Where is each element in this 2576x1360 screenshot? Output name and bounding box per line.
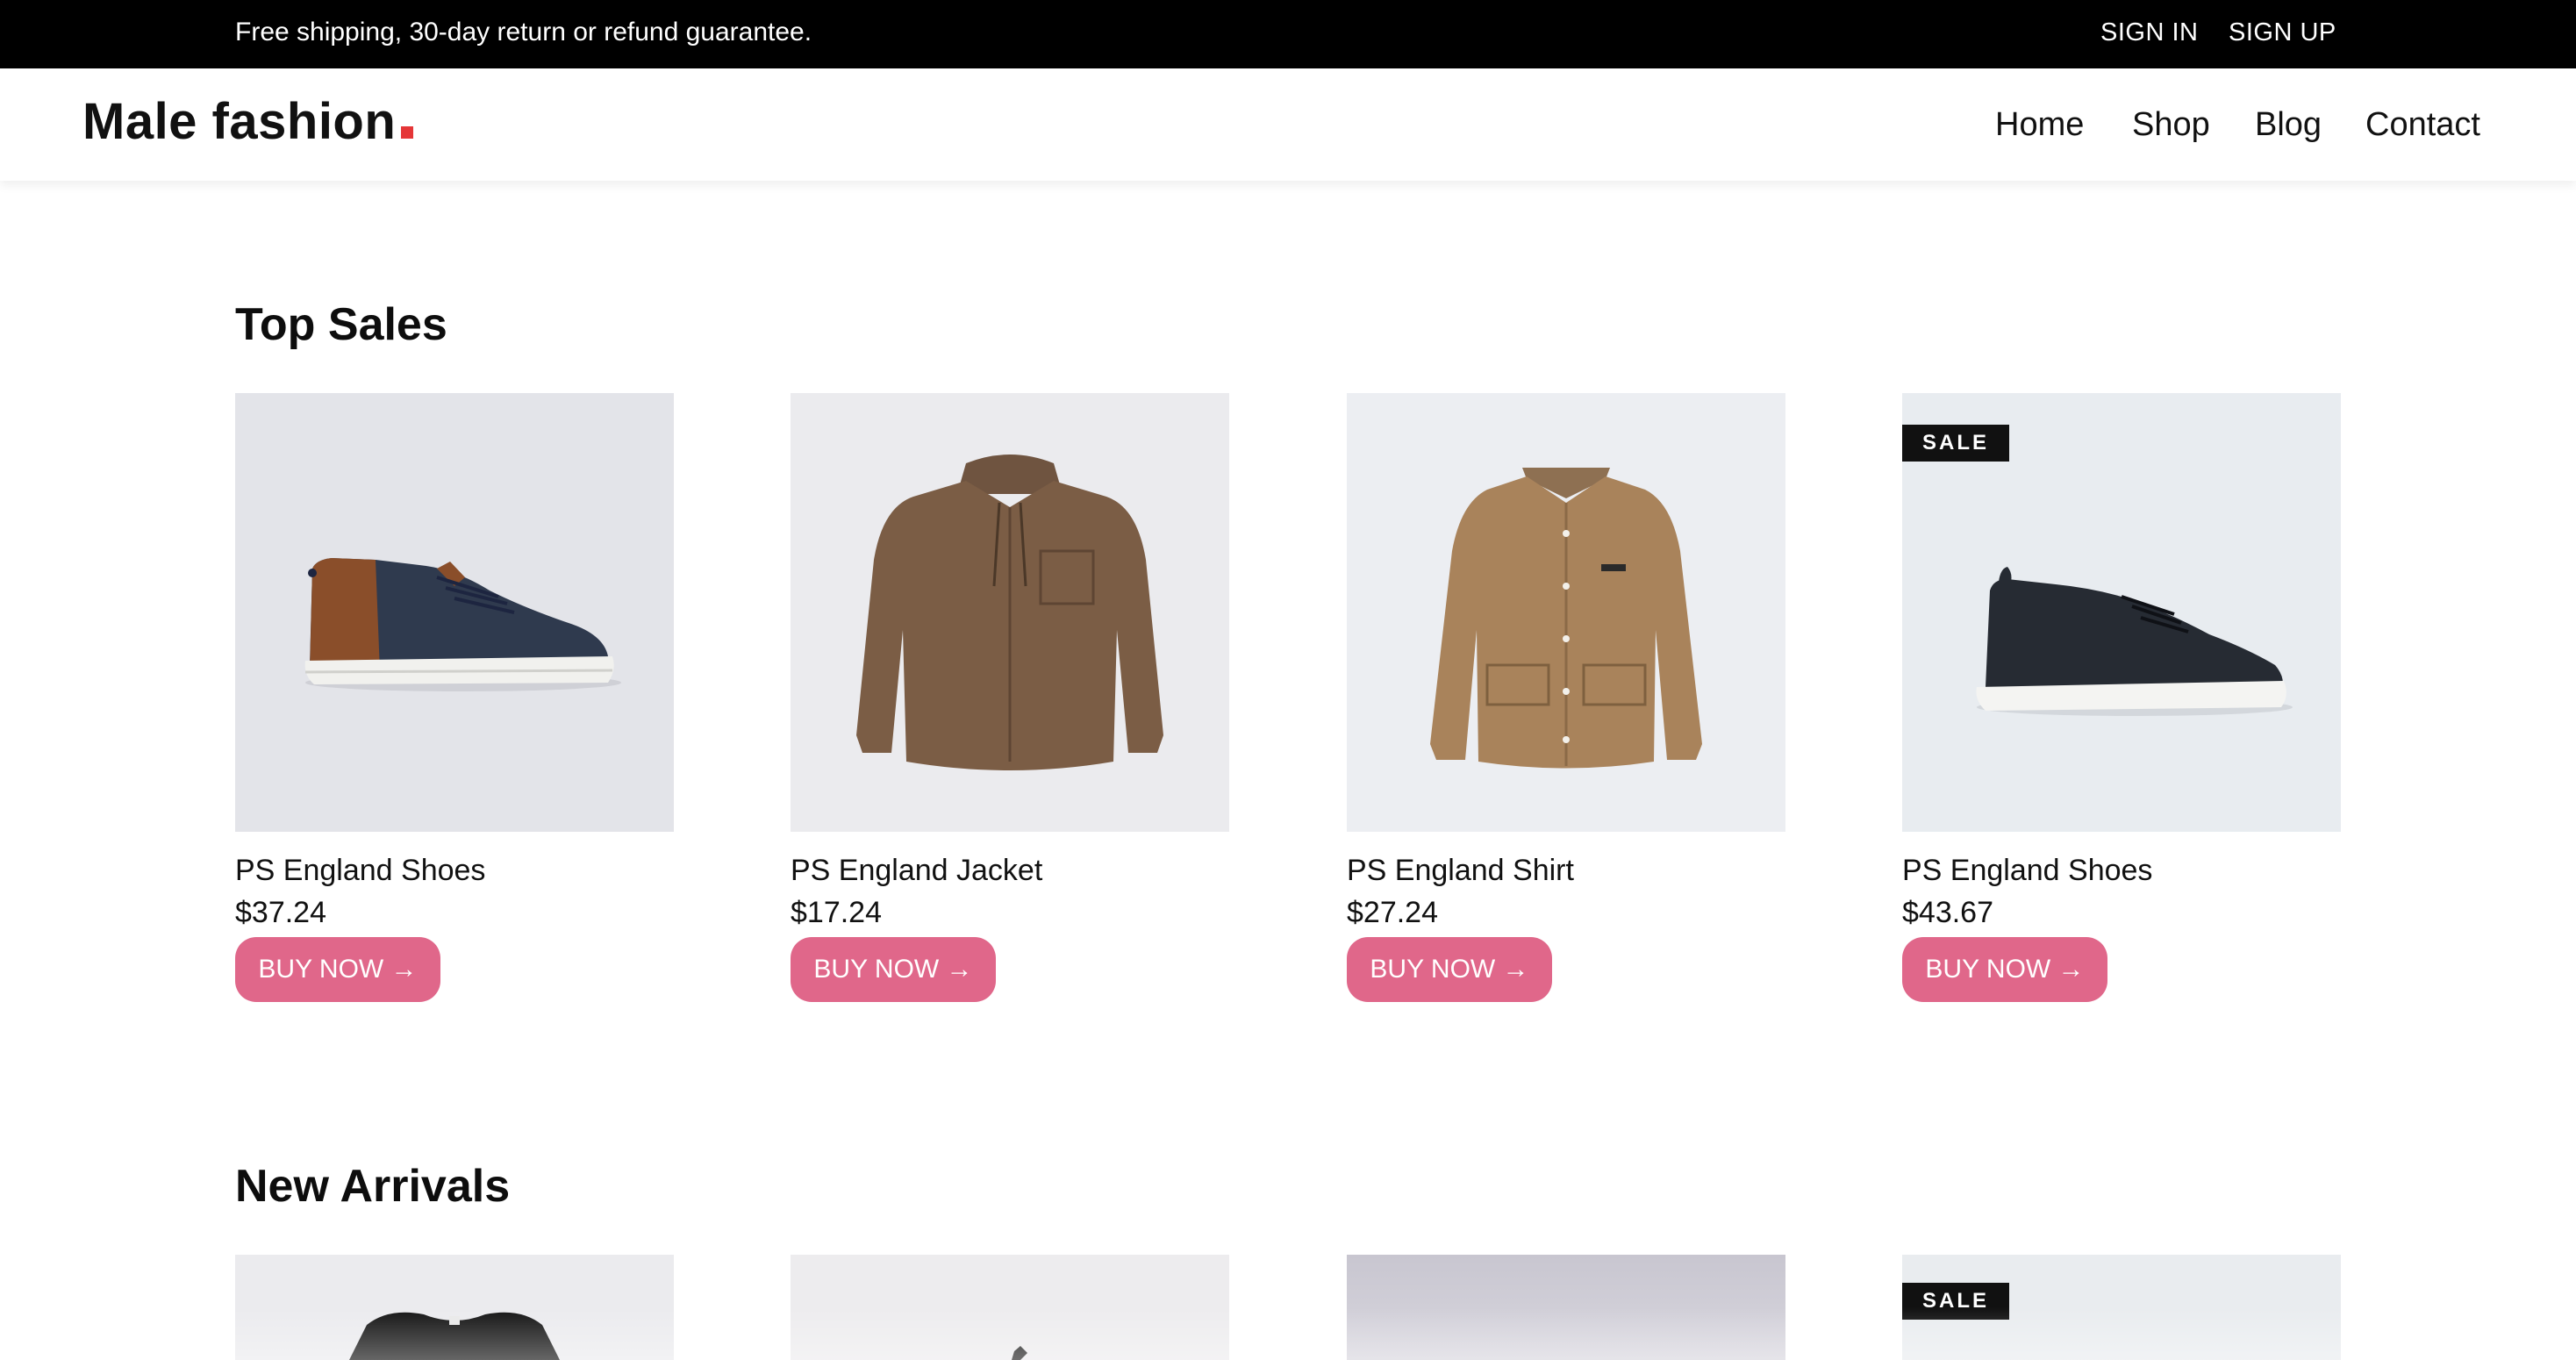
product-name[interactable]: PS England Shoes [1902, 851, 2152, 890]
product-price: $43.67 [1902, 896, 1993, 929]
grey-item-icon [791, 1255, 1229, 1360]
product-card[interactable] [235, 1255, 674, 1360]
hooded-jacket-brown-icon [791, 393, 1229, 832]
nav-home[interactable]: Home [1995, 104, 2084, 146]
buy-now-button[interactable]: BUY NOW → [1902, 937, 2107, 1002]
product-image[interactable]: SALE [1902, 393, 2341, 832]
product-name[interactable]: PS England Shoes [235, 851, 485, 890]
product-card[interactable]: SALE [1902, 1255, 2341, 1360]
product-card[interactable] [1347, 1255, 1785, 1360]
product-name[interactable]: PS England Jacket [791, 851, 1042, 890]
product-card[interactable]: PS England Shirt $27.24 BUY NOW → [1347, 393, 1785, 1002]
product-image[interactable] [1347, 393, 1785, 832]
sneaker-navy-brown-icon [235, 393, 674, 832]
lavender-item-icon [1347, 1255, 1785, 1360]
sign-up-link[interactable]: SIGN UP [2229, 16, 2336, 49]
product-price: $27.24 [1347, 896, 1438, 929]
announcement-text: Free shipping, 30-day return or refund g… [235, 18, 812, 47]
logo-text: Male fashion [82, 93, 397, 150]
overshirt-tan-icon [1347, 393, 1785, 832]
black-sweater-icon [235, 1255, 674, 1360]
product-name[interactable]: PS England Shirt [1347, 851, 1574, 890]
product-card[interactable]: PS England Shoes $37.24 BUY NOW → [235, 393, 674, 1002]
product-price: $37.24 [235, 896, 326, 929]
product-card[interactable]: PS England Jacket $17.24 BUY NOW → [791, 393, 1229, 1002]
product-image[interactable] [235, 1255, 674, 1360]
buy-now-button[interactable]: BUY NOW → [235, 937, 440, 1002]
product-image[interactable] [235, 393, 674, 832]
buy-now-button[interactable]: BUY NOW → [791, 937, 996, 1002]
product-image[interactable] [1347, 1255, 1785, 1360]
nav-contact[interactable]: Contact [2365, 104, 2480, 146]
top-sales-title: Top Sales [235, 299, 447, 350]
nav-shop[interactable]: Shop [2132, 104, 2210, 146]
new-arrivals-title: New Arrivals [235, 1161, 511, 1212]
nav-blog[interactable]: Blog [2255, 104, 2322, 146]
sign-in-link[interactable]: SIGN IN [2100, 16, 2198, 49]
buy-now-button[interactable]: BUY NOW → [1347, 937, 1552, 1002]
product-card[interactable]: SALE PS England Shoes $43.67 BUY NOW → [1902, 393, 2341, 1002]
sale-badge: SALE [1902, 1283, 2009, 1320]
sale-badge: SALE [1902, 425, 2009, 462]
site-header: Male fashion Home Shop Blog Contact [0, 68, 2576, 181]
logo-dot-icon [401, 126, 414, 139]
site-logo[interactable]: Male fashion [82, 91, 414, 153]
announcement-bar: Free shipping, 30-day return or refund g… [0, 0, 2576, 68]
product-card[interactable] [791, 1255, 1229, 1360]
product-image[interactable] [791, 1255, 1229, 1360]
product-image[interactable] [791, 393, 1229, 832]
product-image[interactable]: SALE [1902, 1255, 2341, 1360]
product-price: $17.24 [791, 896, 882, 929]
